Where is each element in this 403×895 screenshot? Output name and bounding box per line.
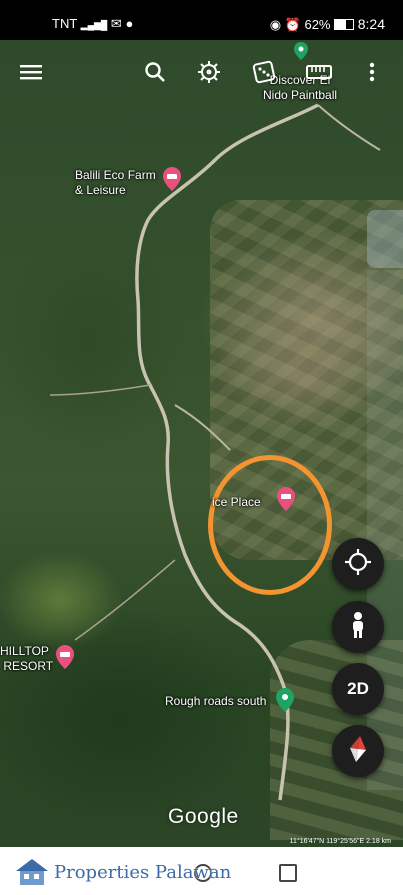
- lodging-pin-icon[interactable]: [277, 487, 295, 516]
- place-label-nice-place[interactable]: ice Place: [212, 495, 261, 510]
- side-road: [317, 104, 381, 151]
- battery-percent: 62%: [304, 17, 331, 32]
- alarm-icon: ⏰: [284, 17, 301, 32]
- house-logo-icon: [12, 857, 52, 892]
- watermark-text: Properties Palawan: [54, 862, 232, 883]
- more-icon[interactable]: [355, 55, 389, 89]
- lodging-pin-icon[interactable]: [163, 167, 181, 196]
- road-network: [49, 103, 381, 801]
- status-right: ◉ ⏰ 62% 8:24: [270, 16, 385, 33]
- south-trail: [74, 559, 176, 641]
- my-location-button[interactable]: [332, 538, 384, 590]
- compass-icon: [346, 734, 370, 769]
- green-pin-icon[interactable]: [276, 688, 294, 717]
- menu-icon[interactable]: [14, 55, 48, 89]
- voyager-icon[interactable]: [192, 55, 226, 89]
- messenger-icon: ✉: [110, 16, 122, 31]
- google-logo: Google: [168, 805, 239, 828]
- dice-icon[interactable]: [247, 55, 281, 89]
- coordinates-scale: 11°16'47"N 119°25'56"E 2.18 km: [289, 838, 391, 845]
- branch-road: [174, 404, 231, 451]
- search-icon[interactable]: [138, 55, 172, 89]
- signal-icon: ▂▄▆█: [80, 20, 108, 30]
- west-road: [49, 384, 151, 396]
- lodging-pin-icon[interactable]: [56, 645, 74, 674]
- place-label-balili[interactable]: Balili Eco Farm & Leisure: [75, 168, 156, 198]
- view-mode-button[interactable]: 2D: [332, 663, 384, 715]
- place-label-rough-roads[interactable]: Rough roads south: [165, 694, 266, 709]
- facebook-icon: ●: [125, 16, 134, 31]
- eye-icon: ◉: [269, 17, 282, 32]
- pegman-icon: [348, 611, 368, 644]
- status-bar: TNT ▂▄▆█ ✉ ● ◉ ⏰ 62% 8:24: [0, 0, 403, 40]
- place-label-hilltop[interactable]: HILLTOP RESORT: [0, 644, 53, 674]
- crosshair-icon: [344, 548, 372, 581]
- battery-icon: [334, 19, 355, 30]
- recents-nav-icon[interactable]: [279, 864, 297, 882]
- ruler-icon[interactable]: [302, 55, 336, 89]
- carrier-label: TNT ▂▄▆█ ✉ ●: [52, 16, 134, 31]
- highlight-ring: [208, 455, 332, 595]
- map-toolbar: [0, 55, 403, 91]
- clock: 8:24: [357, 16, 385, 32]
- street-view-button[interactable]: [332, 601, 384, 653]
- compass-button[interactable]: [332, 725, 384, 777]
